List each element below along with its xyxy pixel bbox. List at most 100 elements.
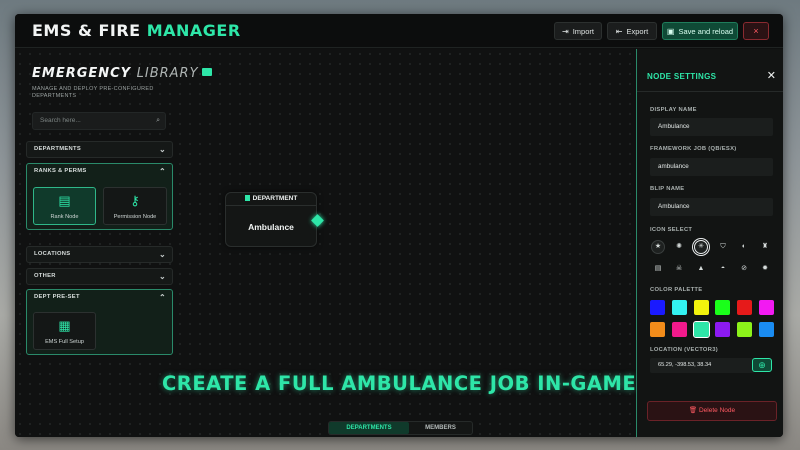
color-swatch[interactable] <box>737 300 752 315</box>
library-subtitle: MANAGE AND DEPLOY PRE-CONFIGURED DEPARTM… <box>32 86 154 99</box>
node-header-label: DEPARTMENT <box>252 195 298 202</box>
building-check-icon: ▦ <box>58 318 71 333</box>
half-shield-icon[interactable]: ◐ <box>737 240 751 254</box>
import-icon: ⇥ <box>562 26 569 36</box>
crown-icon[interactable]: ♜ <box>758 240 772 254</box>
badge-icon: ▤ <box>58 193 71 208</box>
key-icon: ⚷ <box>130 193 140 208</box>
shield-icon[interactable]: ⛉ <box>716 240 730 254</box>
color-swatch[interactable] <box>759 300 774 315</box>
badge-icon <box>244 195 250 201</box>
cog-icon[interactable]: ✹ <box>758 262 772 276</box>
header-bar: EMS & FIRE MANAGER ⇥ Import ⇤ Export ▣ S… <box>15 14 783 48</box>
export-label: Export <box>626 26 649 36</box>
color-swatch[interactable] <box>650 322 665 337</box>
color-swatch[interactable] <box>715 300 730 315</box>
department-node[interactable]: DEPARTMENT Ambulance <box>225 192 324 247</box>
export-button[interactable]: ⇤ Export <box>607 22 657 40</box>
panel-title: NODE SETTINGS <box>647 72 717 81</box>
bottom-tab-bar: DEPARTMENTS MEMBERS <box>328 421 473 435</box>
location-field[interactable]: 65.29, -398.53, 38.34 <box>650 358 754 373</box>
pills-icon[interactable]: ⊘ <box>737 262 751 276</box>
export-icon: ⇤ <box>615 26 623 36</box>
color-swatch-selected[interactable] <box>693 321 710 338</box>
tile-label: Permission Node <box>113 214 157 220</box>
delete-node-button[interactable]: 🗑 Delete Node <box>647 401 777 421</box>
alert-triangle-icon[interactable]: ▲ <box>694 262 708 276</box>
section-header: DEPARTMENTS ⌄ <box>27 142 172 157</box>
import-label: Import <box>572 26 594 36</box>
section-ranks-perms[interactable]: RANKS & PERMS ⌃ ▤ Rank Node ⚷ Permission… <box>26 163 173 230</box>
chevron-down-icon: ⌄ <box>158 250 166 259</box>
section-departments[interactable]: DEPARTMENTS ⌄ <box>26 141 173 158</box>
display-name-field[interactable]: Ambulance <box>650 118 773 136</box>
section-header: OTHER ⌄ <box>27 269 172 284</box>
color-palette-label: COLOR PALETTE <box>650 287 703 293</box>
save-and-reload-button[interactable]: ▣ Save and reload <box>662 22 738 40</box>
section-label: LOCATIONS <box>34 251 71 257</box>
chevron-down-icon: ⌄ <box>158 145 166 154</box>
divider <box>637 91 783 92</box>
section-locations[interactable]: LOCATIONS ⌄ <box>26 246 173 263</box>
delete-label: Delete Node <box>698 407 736 414</box>
node-header: DEPARTMENT <box>226 193 316 206</box>
color-swatch[interactable] <box>759 322 774 337</box>
section-header: LOCATIONS ⌄ <box>27 247 172 262</box>
skull-icon[interactable]: ☠ <box>672 262 686 276</box>
framework-job-label: FRAMEWORK JOB (QB/ESX) <box>650 146 737 152</box>
section-label: OTHER <box>34 273 56 279</box>
app-title: EMS & FIRE MANAGER <box>32 21 241 40</box>
tile-label: Rank Node <box>50 214 79 220</box>
ambulance-icon[interactable]: ✳ <box>694 240 708 254</box>
blip-name-field[interactable]: Ambulance <box>650 198 773 216</box>
gear-icon[interactable]: ✺ <box>672 240 686 254</box>
promo-caption: CREATE A FULL AMBULANCE JOB IN-GAME <box>162 372 637 395</box>
close-icon[interactable]: ✕ <box>767 69 776 82</box>
section-dept-preset[interactable]: DEPT PRE-SET ⌃ ▦ EMS Full Setup <box>26 289 173 355</box>
import-button[interactable]: ⇥ Import <box>554 22 602 40</box>
color-swatch[interactable] <box>715 322 730 337</box>
save-icon: ▣ <box>666 26 675 36</box>
helmet-icon[interactable]: ◓ <box>716 262 730 276</box>
section-header: RANKS & PERMS ⌃ <box>27 164 172 179</box>
node-settings-panel: NODE SETTINGS ✕ DISPLAY NAME Ambulance F… <box>636 49 783 437</box>
color-swatch[interactable] <box>694 300 709 315</box>
chevron-up-icon: ⌃ <box>158 167 166 176</box>
tab-departments[interactable]: DEPARTMENTS <box>329 422 409 434</box>
section-label: DEPT PRE-SET <box>34 294 80 300</box>
section-label: DEPARTMENTS <box>34 146 81 152</box>
library-title: EMERGENCY LIBRARY <box>32 66 212 81</box>
tile-rank-node[interactable]: ▤ Rank Node <box>33 187 96 225</box>
tile-label: EMS Full Setup <box>45 339 84 345</box>
chevron-up-icon: ⌃ <box>158 293 166 302</box>
display-name-label: DISPLAY NAME <box>650 107 697 113</box>
color-swatch[interactable] <box>672 322 687 337</box>
close-icon: × <box>753 26 759 36</box>
search-input[interactable]: Search here... ⌕ <box>32 112 166 130</box>
color-swatch[interactable] <box>737 322 752 337</box>
document-icon[interactable]: ▤ <box>651 262 665 276</box>
app-title-accent: MANAGER <box>146 21 241 40</box>
tab-members[interactable]: MEMBERS <box>409 422 472 434</box>
icon-select-label: ICON SELECT <box>650 227 693 233</box>
blip-name-label: BLIP NAME <box>650 186 685 192</box>
location-label: LOCATION (VECTOR3) <box>650 347 718 353</box>
crosshair-icon[interactable]: ⊕ <box>752 358 772 372</box>
save-label: Save and reload <box>678 26 734 36</box>
color-swatch[interactable] <box>650 300 665 315</box>
tile-ems-full-setup[interactable]: ▦ EMS Full Setup <box>33 312 96 350</box>
star-badge-icon[interactable]: ★ <box>651 240 665 254</box>
tile-permission-node[interactable]: ⚷ Permission Node <box>103 187 167 225</box>
section-other[interactable]: OTHER ⌄ <box>26 268 173 285</box>
close-button[interactable]: × <box>743 22 769 40</box>
app-window: EMS & FIRE MANAGER ⇥ Import ⇤ Export ▣ S… <box>15 14 783 437</box>
framework-job-field[interactable]: ambulance <box>650 158 773 176</box>
color-swatch[interactable] <box>672 300 687 315</box>
node-canvas[interactable]: EMERGENCY LIBRARY MANAGE AND DEPLOY PRE-… <box>15 49 637 437</box>
search-placeholder: Search here... <box>40 117 81 124</box>
app-title-main: EMS & FIRE <box>32 21 141 40</box>
section-label: RANKS & PERMS <box>34 168 87 174</box>
trash-icon: 🗑 <box>688 407 698 414</box>
library-title-bold: EMERGENCY <box>32 66 132 81</box>
library-title-thin: LIBRARY <box>136 66 199 81</box>
